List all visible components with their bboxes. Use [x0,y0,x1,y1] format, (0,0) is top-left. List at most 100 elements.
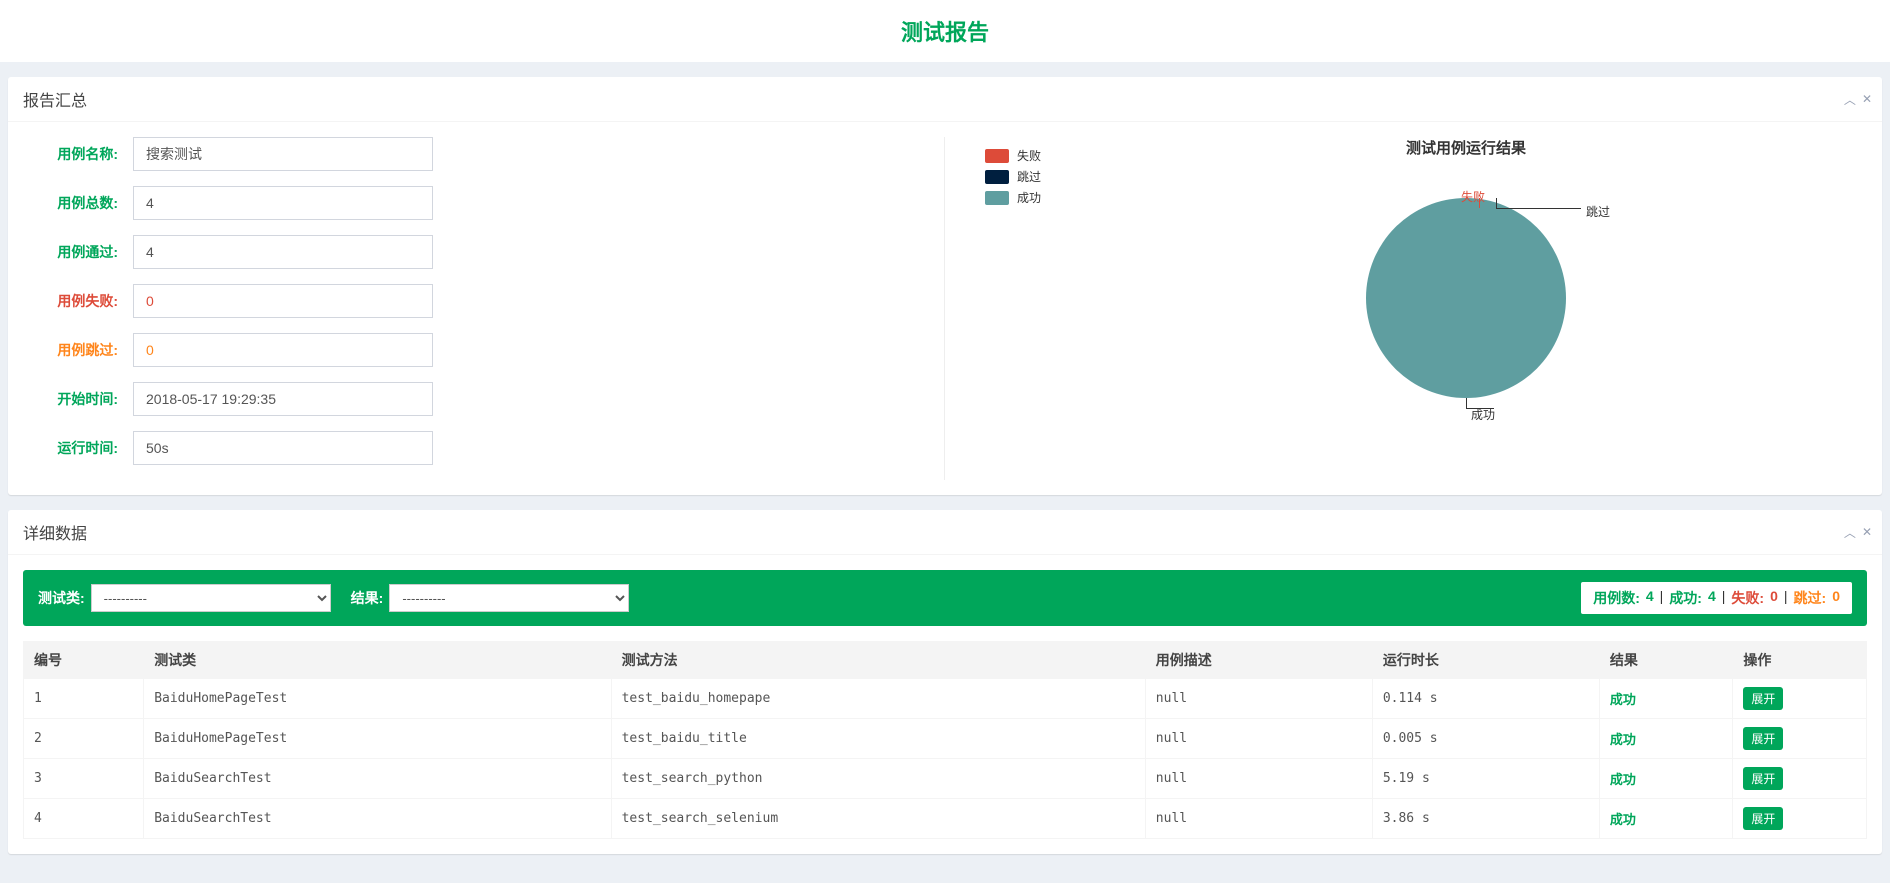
td-desc: null [1145,799,1372,839]
close-icon[interactable]: ✕ [1862,524,1872,541]
summary-title: 报告汇总 [23,87,87,111]
summary-box: 报告汇总 ︿ ✕ 用例名称: 用例总数: 用例通过: 用例失败: [8,77,1882,495]
stat-total: 4 [1646,588,1654,608]
label-fail: 用例失败: [23,291,133,311]
pie-wrap: 失败 跳过 成功 [1306,168,1626,448]
td-result: 成功 [1599,719,1733,759]
stat-sep: | [1660,588,1664,608]
td-idx: 1 [24,679,144,719]
legend-success-swatch [985,191,1009,205]
expand-button[interactable]: 展开 [1743,807,1783,830]
legend-fail-label: 失败 [1017,147,1041,164]
close-icon[interactable]: ✕ [1862,91,1872,108]
td-op: 展开 [1733,759,1867,799]
input-fail[interactable] [133,284,433,318]
stat-success-label: 成功: [1669,588,1702,608]
pie-line-success-v [1466,398,1467,408]
filter-result-select[interactable]: ---------- [389,584,629,612]
label-pass: 用例通过: [23,242,133,262]
summary-form: 用例名称: 用例总数: 用例通过: 用例失败: 用例跳过: 开始时间: [23,137,945,480]
legend-success: 成功 [985,189,1065,206]
pie-line-skip-v [1496,198,1497,208]
collapse-icon[interactable]: ︿ [1844,91,1856,108]
input-name[interactable] [133,137,433,171]
td-class: BaiduHomePageTest [144,719,611,759]
th-op: 操作 [1733,642,1867,679]
label-start: 开始时间: [23,389,133,409]
td-method: test_baidu_title [611,719,1145,759]
pie-label-fail: 失败 [1461,188,1485,205]
filter-result-label: 结果: [351,588,384,608]
td-method: test_baidu_homepape [611,679,1145,719]
detail-tools: ︿ ✕ [1844,524,1872,541]
td-result: 成功 [1599,759,1733,799]
filter-bar: 测试类: ---------- 结果: ---------- 用例数: 4 | … [23,570,1867,626]
td-duration: 0.005 s [1372,719,1599,759]
td-duration: 3.86 s [1372,799,1599,839]
legend-success-label: 成功 [1017,189,1041,206]
td-idx: 4 [24,799,144,839]
td-op: 展开 [1733,799,1867,839]
legend-skip-label: 跳过 [1017,168,1041,185]
label-duration: 运行时间: [23,438,133,458]
detail-title: 详细数据 [23,520,87,544]
label-skip: 用例跳过: [23,340,133,360]
stat-fail-label: 失败: [1731,588,1764,608]
pie-label-success: 成功 [1471,406,1495,423]
expand-button[interactable]: 展开 [1743,687,1783,710]
table-header-row: 编号 测试类 测试方法 用例描述 运行时长 结果 操作 [24,642,1867,679]
input-total[interactable] [133,186,433,220]
th-class: 测试类 [144,642,611,679]
legend-skip-swatch [985,170,1009,184]
table-row: 1BaiduHomePageTesttest_baidu_homepapenul… [24,679,1867,719]
input-skip[interactable] [133,333,433,367]
stat-sep: | [1784,588,1788,608]
td-result: 成功 [1599,679,1733,719]
detail-body: 测试类: ---------- 结果: ---------- 用例数: 4 | … [8,555,1882,854]
input-start[interactable] [133,382,433,416]
td-desc: null [1145,719,1372,759]
td-method: test_search_selenium [611,799,1145,839]
label-total: 用例总数: [23,193,133,213]
td-class: BaiduSearchTest [144,799,611,839]
legend-skip: 跳过 [985,168,1065,185]
th-result: 结果 [1599,642,1733,679]
td-desc: null [1145,679,1372,719]
td-desc: null [1145,759,1372,799]
filter-stats: 用例数: 4 | 成功: 4 | 失败: 0 | 跳过: 0 [1581,582,1852,614]
label-name: 用例名称: [23,144,133,164]
input-duration[interactable] [133,431,433,465]
detail-box: 详细数据 ︿ ✕ 测试类: ---------- 结果: ---------- … [8,510,1882,854]
detail-table: 编号 测试类 测试方法 用例描述 运行时长 结果 操作 1BaiduHomePa… [23,641,1867,839]
table-row: 2BaiduHomePageTesttest_baidu_titlenull0.… [24,719,1867,759]
stat-sep: | [1722,588,1726,608]
pie-chart: 测试用例运行结果 失败 跳过 成功 [1065,137,1867,480]
chart-legend: 失败 跳过 成功 [945,137,1065,480]
expand-button[interactable]: 展开 [1743,727,1783,750]
expand-button[interactable]: 展开 [1743,767,1783,790]
stat-skip-label: 跳过: [1794,588,1827,608]
input-pass[interactable] [133,235,433,269]
td-idx: 2 [24,719,144,759]
chart-title: 测试用例运行结果 [1406,137,1526,158]
summary-header: 报告汇总 ︿ ✕ [8,77,1882,122]
filter-class-label: 测试类: [38,588,85,608]
table-row: 4BaiduSearchTesttest_search_seleniumnull… [24,799,1867,839]
collapse-icon[interactable]: ︿ [1844,524,1856,541]
pie-slice-success [1366,198,1566,398]
th-desc: 用例描述 [1145,642,1372,679]
td-class: BaiduSearchTest [144,759,611,799]
table-row: 3BaiduSearchTesttest_search_pythonnull5.… [24,759,1867,799]
stat-skip: 0 [1832,588,1840,608]
pie-label-skip: 跳过 [1586,203,1610,220]
stat-total-label: 用例数: [1593,588,1640,608]
filter-class-select[interactable]: ---------- [91,584,331,612]
td-idx: 3 [24,759,144,799]
legend-fail: 失败 [985,147,1065,164]
summary-tools: ︿ ✕ [1844,91,1872,108]
td-duration: 5.19 s [1372,759,1599,799]
summary-body: 用例名称: 用例总数: 用例通过: 用例失败: 用例跳过: 开始时间: [8,122,1882,495]
th-duration: 运行时长 [1372,642,1599,679]
td-duration: 0.114 s [1372,679,1599,719]
legend-fail-swatch [985,149,1009,163]
